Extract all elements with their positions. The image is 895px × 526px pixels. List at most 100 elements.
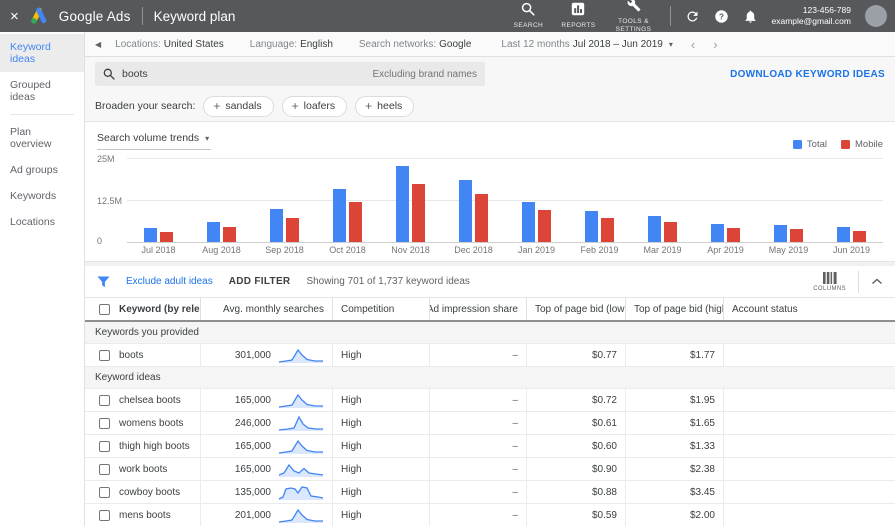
close-icon[interactable]: × (10, 9, 19, 24)
bar-mobile-feb-2019[interactable] (601, 218, 614, 242)
x-tick-label: Jul 2018 (141, 245, 176, 255)
x-tick-label: Apr 2019 (707, 245, 744, 255)
legend-item-total: Total (792, 139, 827, 150)
bar-mobile-oct-2018[interactable] (349, 202, 362, 242)
row-checkbox[interactable] (99, 486, 110, 498)
bar-mobile-apr-2019[interactable] (727, 228, 740, 242)
sidebar-item-grouped-ideas[interactable]: Grouped ideas (0, 72, 84, 110)
bar-total-may-2019[interactable] (774, 225, 787, 242)
sidebar-item-keyword-ideas[interactable]: Keyword ideas (0, 34, 84, 72)
bar-total-sep-2018[interactable] (270, 209, 283, 242)
bar-mobile-dec-2018[interactable] (475, 194, 488, 242)
bar-mobile-nov-2018[interactable] (412, 184, 425, 242)
keyword-search-input[interactable]: boots Excluding brand names (95, 62, 485, 86)
setting-value: English (300, 38, 333, 50)
notifications-bell-icon[interactable] (743, 9, 758, 24)
header-avg-monthly-searches[interactable]: Avg. monthly searches (201, 298, 333, 320)
refresh-icon[interactable] (685, 9, 700, 24)
chart-type-selector[interactable]: Search volume trends ▾ (97, 130, 212, 150)
legend-label: Total (806, 139, 827, 150)
searches-sparkline (278, 463, 324, 477)
header-top-of-page-bid-high[interactable]: Top of page bid (high range) (626, 298, 724, 320)
sidebar-item-ad-groups[interactable]: Ad groups (0, 157, 84, 183)
topbar-search-button[interactable]: SEARCH (511, 2, 545, 30)
row-checkbox[interactable] (99, 349, 110, 361)
table-row-boots[interactable]: boots 301,000 High – $0.77 $1.77 (85, 344, 895, 367)
row-checkbox[interactable] (99, 440, 110, 452)
add-filter-button[interactable]: ADD FILTER (229, 276, 291, 287)
bar-mobile-jul-2018[interactable] (160, 232, 173, 242)
reports-label: REPORTS (561, 21, 596, 29)
table-row-mens-boots[interactable]: mens boots 201,000 High – $0.59 $2.00 (85, 504, 895, 526)
setting-language[interactable]: Language: English (250, 39, 333, 50)
sidebar-item-keywords[interactable]: Keywords (0, 183, 84, 209)
broaden-chip-sandals[interactable]: + sandals (203, 95, 274, 117)
previous-period-button[interactable]: ‹ (691, 38, 695, 51)
broaden-chip-loafers[interactable]: + loafers (281, 95, 348, 117)
bar-mobile-mar-2019[interactable] (664, 222, 677, 242)
cell-keyword: thigh high boots (111, 435, 201, 457)
searches-sparkline (278, 508, 323, 523)
exclude-adult-ideas-filter[interactable]: Exclude adult ideas (126, 276, 213, 287)
bar-mobile-may-2019[interactable] (790, 229, 803, 242)
chip-label: heels (377, 100, 403, 112)
bar-total-oct-2018[interactable] (333, 189, 346, 242)
bar-total-apr-2019[interactable] (711, 224, 724, 242)
download-keyword-ideas-button[interactable]: DOWNLOAD KEYWORD IDEAS (730, 69, 885, 80)
filter-funnel-icon[interactable] (97, 276, 110, 288)
bar-mobile-jan-2019[interactable] (538, 210, 551, 242)
date-range-selector[interactable]: Last 12 months Jul 2018 – Jun 2019 ▾ (501, 39, 672, 50)
row-checkbox[interactable] (99, 394, 110, 406)
setting-locations[interactable]: Locations: United States (115, 39, 224, 50)
svg-text:?: ? (719, 12, 724, 21)
topbar-reports-button[interactable]: REPORTS (561, 2, 595, 30)
header-keyword[interactable]: Keyword (by relevance)↓ (111, 298, 201, 320)
avatar[interactable] (865, 5, 887, 27)
bar-mobile-aug-2018[interactable] (223, 227, 236, 242)
sidebar-item-plan-overview[interactable]: Plan overview (0, 119, 84, 157)
setting-search-networks[interactable]: Search networks: Google (359, 39, 472, 50)
topbar-tools-settings-button[interactable]: TOOLS & SETTINGS (612, 0, 656, 34)
next-period-button[interactable]: › (713, 38, 717, 51)
row-checkbox[interactable] (99, 463, 110, 475)
x-tick-label: Jun 2019 (832, 245, 871, 255)
cell-competition: High (333, 458, 430, 480)
bar-total-dec-2018[interactable] (459, 180, 472, 242)
bar-total-nov-2018[interactable] (396, 166, 409, 242)
searches-sparkline (278, 486, 324, 500)
bar-mobile-sep-2018[interactable] (286, 218, 299, 242)
bar-mobile-jun-2019[interactable] (853, 231, 866, 242)
collapse-table-chevron-up-icon[interactable] (871, 278, 883, 285)
bar-total-feb-2019[interactable] (585, 211, 598, 242)
account-email: example@gmail.com (771, 16, 852, 26)
bar-total-jun-2019[interactable] (837, 227, 850, 242)
table-row-cowboy-boots[interactable]: cowboy boots 135,000 High – $0.88 $3.45 (85, 481, 895, 504)
searches-value: 201,000 (234, 509, 271, 521)
help-icon[interactable]: ? (714, 9, 729, 24)
table-row-thigh-high-boots[interactable]: thigh high boots 165,000 High – $0.60 $1.33 (85, 435, 895, 458)
columns-button[interactable]: COLUMNS (813, 271, 846, 292)
cell-top-of-page-bid-low: $0.72 (527, 389, 626, 411)
bar-total-mar-2019[interactable] (648, 216, 661, 242)
table-row-chelsea-boots[interactable]: chelsea boots 165,000 High – $0.72 $1.95 (85, 389, 895, 412)
select-all-checkbox[interactable] (99, 303, 110, 315)
bar-total-jan-2019[interactable] (522, 202, 535, 242)
header-competition[interactable]: Competition (333, 298, 430, 320)
sidebar-item-locations[interactable]: Locations (0, 209, 84, 235)
table-row-work-boots[interactable]: work boots 165,000 High – $0.90 $2.38 (85, 458, 895, 481)
bar-total-jul-2018[interactable] (144, 228, 157, 242)
cell-keyword: work boots (111, 458, 201, 480)
header-top-of-page-bid-low[interactable]: Top of page bid (low range) (527, 298, 626, 320)
row-checkbox[interactable] (99, 509, 110, 521)
cell-competition: High (333, 389, 430, 411)
header-account-status[interactable]: Account status (724, 298, 895, 320)
chart-bars (757, 158, 820, 242)
broaden-chip-heels[interactable]: + heels (355, 95, 415, 117)
x-tick-label: Feb 2019 (580, 245, 619, 255)
cell-account-status (724, 481, 895, 503)
header-ad-impression-share[interactable]: Ad impression share (430, 298, 527, 320)
row-checkbox[interactable] (99, 417, 110, 429)
collapse-panel-icon[interactable]: ◀ (95, 40, 101, 49)
table-row-womens-boots[interactable]: womens boots 246,000 High – $0.61 $1.65 (85, 412, 895, 435)
bar-total-aug-2018[interactable] (207, 222, 220, 242)
